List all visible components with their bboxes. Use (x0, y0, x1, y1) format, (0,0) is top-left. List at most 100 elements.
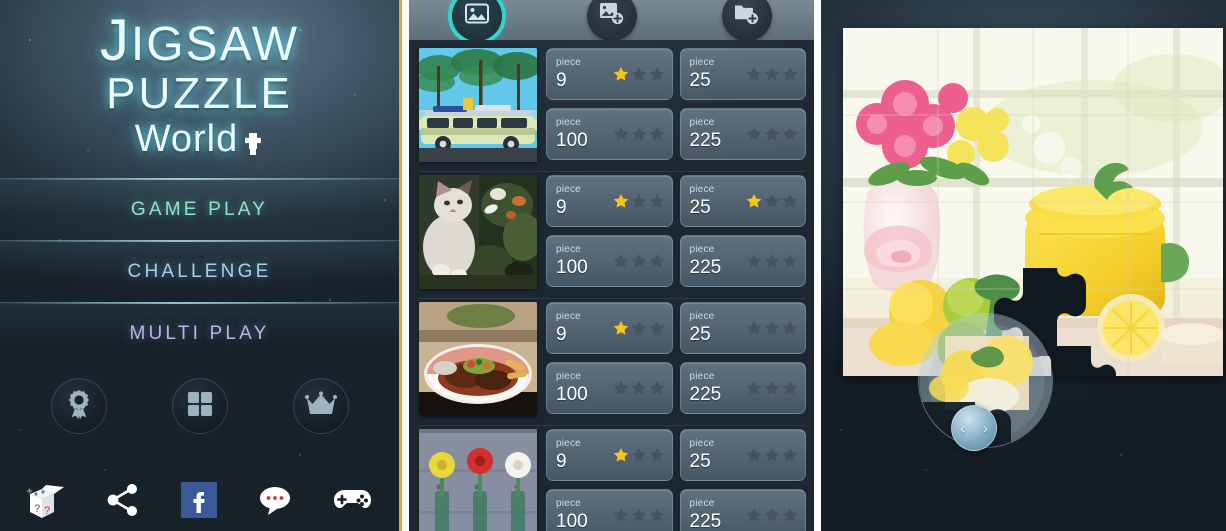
star-icon (613, 194, 628, 208)
achievements-button[interactable] (50, 378, 107, 434)
status-badge (613, 447, 665, 463)
piece-option-card[interactable]: piece 100 (546, 489, 673, 531)
piece-label: piece (556, 498, 581, 509)
table-row: piece 9 piece 25 piece 100 piece 225 (419, 175, 806, 299)
facebook-button[interactable] (176, 479, 222, 525)
piece-option-card[interactable]: piece 225 (679, 235, 806, 287)
cat-photo[interactable] (419, 175, 537, 289)
piece-option-text: piece 100 (556, 499, 596, 531)
piece-option-card[interactable]: piece 225 (679, 489, 806, 531)
status-badge (746, 380, 798, 396)
status-badge (613, 253, 665, 269)
menu-item-label: GAME PLAY (130, 198, 269, 220)
add-folder-icon (734, 2, 759, 30)
piece-option-card[interactable]: piece 25 (679, 302, 806, 354)
piece-option-card[interactable]: piece 9 (546, 175, 673, 227)
star-icon (746, 254, 762, 268)
piece-option-card[interactable]: piece 100 (546, 235, 673, 287)
star-icon (746, 321, 762, 335)
mystery-box-button[interactable]: ? ? (23, 479, 69, 525)
piece-label: piece (556, 371, 581, 382)
piece-option-card[interactable]: piece 9 (546, 302, 673, 354)
piece-option-card[interactable]: piece 9 (546, 429, 673, 481)
share-button[interactable] (100, 479, 146, 525)
star-icon (649, 127, 664, 141)
piece-option-text: piece 9 (556, 57, 596, 91)
gallery-image-icon (464, 3, 489, 29)
premium-button[interactable] (292, 378, 349, 434)
piece-label: piece (556, 57, 581, 68)
title-line-3-wrap: World (135, 120, 265, 158)
piece-option-text: piece 9 (556, 185, 596, 218)
gallery-button[interactable] (171, 378, 228, 434)
star-icon (631, 508, 646, 522)
star-icon (782, 381, 798, 395)
tab-add-folder[interactable] (721, 0, 772, 41)
menu-item-challenge[interactable]: CHALLENGE (0, 240, 399, 302)
puzzle-list-scroll[interactable]: piece 9 piece 25 piece 100 piece 225 pie… (409, 40, 814, 531)
star-icon (649, 321, 664, 335)
piece-option-card[interactable]: piece 100 (546, 362, 673, 414)
piece-option-text: piece 25 (689, 185, 730, 218)
star-icon (782, 254, 798, 268)
piece-label: piece (689, 371, 715, 382)
chevron-left-icon[interactable]: ‹ (960, 421, 965, 436)
piece-option-text: piece 225 (690, 245, 730, 278)
star-icon (782, 67, 798, 81)
star-icon (649, 381, 664, 395)
piece-option-text: piece 225 (690, 118, 730, 151)
status-badge (613, 66, 665, 82)
menu-item-game-play[interactable]: GAME PLAY (0, 178, 399, 240)
star-icon (746, 381, 762, 395)
piece-label: piece (689, 311, 715, 322)
beach-van-photo[interactable] (419, 48, 537, 162)
piece-count: 9 (556, 70, 567, 91)
piece-option-card[interactable]: piece 25 (679, 429, 806, 481)
crown-icon (304, 391, 337, 422)
piece-nav-button[interactable]: ‹ › (951, 405, 997, 451)
star-icon (631, 254, 646, 268)
lemons-flowers-still-life[interactable] (843, 28, 1223, 376)
piece-count: 25 (689, 197, 711, 218)
piece-option-card[interactable]: piece 25 (679, 48, 806, 100)
star-icon (613, 381, 628, 395)
piece-option-card[interactable]: piece 225 (679, 362, 806, 414)
chat-bubble-icon (257, 484, 295, 521)
star-icon (746, 127, 762, 141)
flowers-bottles-photo[interactable] (419, 429, 537, 531)
star-icon (764, 254, 780, 268)
star-icon (613, 508, 628, 522)
chat-button[interactable] (253, 479, 299, 525)
piece-option-card[interactable]: piece 25 (679, 175, 806, 227)
tab-gallery[interactable] (451, 0, 502, 41)
piece-option-card[interactable]: piece 100 (546, 108, 673, 160)
star-icon (782, 194, 798, 208)
piece-label: piece (556, 438, 581, 449)
star-icon (613, 321, 628, 335)
chevron-right-icon[interactable]: › (983, 421, 988, 436)
star-icon (613, 254, 628, 268)
piece-option-text: piece 225 (689, 371, 730, 405)
add-photo-icon (599, 2, 624, 30)
food-plate-photo[interactable] (419, 302, 537, 416)
piece-option-grid: piece 9 piece 25 piece 100 piece 225 (546, 175, 806, 289)
piece-label: piece (689, 438, 715, 449)
star-icon (649, 254, 664, 268)
puzzle-board-screen: ‹ › (821, 0, 1226, 531)
piece-option-grid: piece 9 piece 25 piece 100 piece 225 (546, 302, 806, 416)
piece-label: piece (556, 244, 581, 255)
piece-label: piece (689, 498, 715, 509)
mystery-box-icon: ? ? (24, 480, 68, 525)
piece-option-card[interactable]: piece 9 (546, 48, 673, 100)
star-icon (782, 448, 798, 462)
piece-option-text: piece 25 (689, 438, 730, 472)
star-icon (746, 448, 762, 462)
status-badge (613, 126, 665, 142)
svg-text:?: ? (34, 503, 40, 515)
gamepad-button[interactable] (330, 479, 376, 525)
menu-item-multi-play[interactable]: MULTI PLAY (0, 302, 399, 364)
tab-add-photo[interactable] (586, 0, 637, 41)
title-line-1: JIGSAW (0, 12, 399, 70)
star-icon (613, 127, 628, 141)
piece-option-card[interactable]: piece 225 (679, 108, 806, 160)
